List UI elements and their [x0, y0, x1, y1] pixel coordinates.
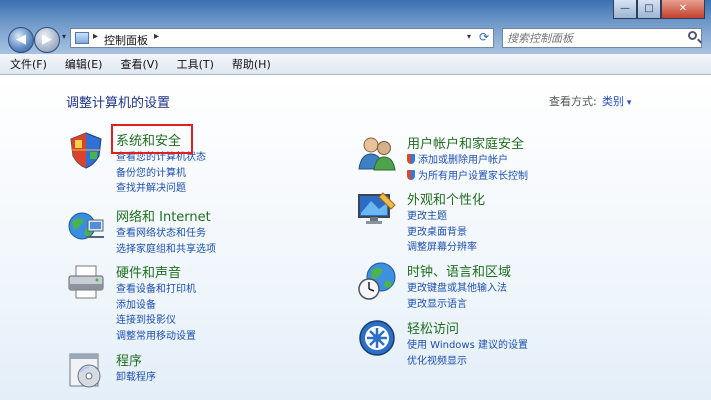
link-text: 为所有用户设置家长控制: [418, 170, 528, 182]
category-links: 查看网络状态和任务 选择家庭组和共享选项: [116, 226, 216, 257]
category-links: 查看您的计算机状态 备份您的计算机 查找并解决问题: [116, 150, 206, 197]
uac-shield-icon: [407, 154, 415, 164]
link-mobility-settings[interactable]: 调整常用移动设置: [116, 329, 196, 345]
category-links: 卸载程序: [116, 370, 156, 386]
clock-globe-icon[interactable]: [357, 261, 397, 301]
link-text: 添加或删除用户帐户: [418, 155, 508, 166]
menu-help[interactable]: 帮助(H): [224, 56, 279, 72]
users-icon[interactable]: [357, 133, 397, 173]
programs-icon[interactable]: [66, 350, 106, 390]
uac-shield-icon: [407, 169, 415, 180]
category-title-clock-region[interactable]: 时钟、语言和区域: [407, 261, 511, 280]
link-optimize-visual[interactable]: 优化视频显示: [407, 354, 528, 370]
link-display-language[interactable]: 更改显示语言: [407, 297, 507, 313]
recent-pages-dropdown[interactable]: ▾: [62, 32, 66, 41]
forward-button[interactable]: ▶: [34, 27, 60, 53]
breadcrumb-separator-icon[interactable]: ▸: [93, 31, 98, 42]
close-button[interactable]: ✕: [661, 0, 705, 19]
window-controls: — □ ✕: [613, 0, 705, 19]
minimize-button[interactable]: —: [613, 0, 637, 19]
shield-icon[interactable]: [66, 130, 106, 170]
category-title-user-accounts[interactable]: 用户帐户和家庭安全: [407, 133, 524, 152]
search-input[interactable]: [507, 31, 677, 45]
link-parental-controls[interactable]: 为所有用户设置家长控制: [407, 169, 528, 185]
category-links: 使用 Windows 建议的设置 优化视频显示: [407, 338, 528, 369]
breadcrumb-control-panel[interactable]: 控制面板: [104, 32, 148, 48]
refresh-icon[interactable]: ⟳: [479, 30, 489, 44]
view-by-label: 查看方式:: [549, 95, 597, 108]
link-backup-computer[interactable]: 备份您的计算机: [116, 166, 206, 182]
search-box[interactable]: [502, 28, 702, 48]
category-title-appearance[interactable]: 外观和个性化: [407, 189, 485, 208]
navigation-bar: ◀ ▶ ▾ ▸ 控制面板 ▸ ▾ ⟳: [0, 24, 711, 54]
address-bar[interactable]: ▸ 控制面板 ▸ ▾ ⟳: [70, 28, 494, 48]
view-by-dropdown[interactable]: 类别: [602, 93, 631, 109]
link-devices-printers[interactable]: 查看设备和打印机: [116, 282, 196, 298]
title-bar: — □ ✕ ◀ ▶ ▾ ▸ 控制面板 ▸ ▾ ⟳: [0, 0, 711, 54]
link-network-status[interactable]: 查看网络状态和任务: [116, 226, 216, 242]
menu-tools[interactable]: 工具(T): [169, 56, 222, 72]
highlight-annotation-box: [111, 124, 193, 154]
category-links: 更改主题 更改桌面背景 调整屏幕分辨率: [407, 209, 477, 256]
page-title: 调整计算机的设置: [66, 96, 171, 111]
control-panel-icon: [75, 32, 89, 44]
menu-file[interactable]: 文件(F): [2, 56, 55, 72]
maximize-button[interactable]: □: [637, 0, 661, 19]
content-pane: 调整计算机的设置 查看方式: 类别 系统和安全 查看您的计算机状态 备份您的计算…: [0, 75, 711, 400]
link-desktop-background[interactable]: 更改桌面背景: [407, 225, 477, 241]
display-icon[interactable]: [357, 189, 397, 229]
category-links: 添加或删除用户帐户 为所有用户设置家长控制: [407, 153, 528, 184]
link-add-remove-accounts[interactable]: 添加或删除用户帐户: [407, 153, 528, 169]
link-add-device[interactable]: 添加设备: [116, 298, 196, 314]
search-icon[interactable]: [688, 31, 697, 40]
back-button[interactable]: ◀: [8, 27, 34, 53]
category-links: 查看设备和打印机 添加设备 连接到投影仪 调整常用移动设置: [116, 282, 196, 344]
link-troubleshoot[interactable]: 查找并解决问题: [116, 181, 206, 197]
category-links: 更改键盘或其他输入法 更改显示语言: [407, 281, 507, 312]
address-dropdown-icon[interactable]: ▾: [467, 32, 471, 41]
category-title-hardware-sound[interactable]: 硬件和声音: [116, 262, 181, 281]
menu-bar: 文件(F) 编辑(E) 查看(V) 工具(T) 帮助(H): [0, 54, 711, 75]
link-uninstall-program[interactable]: 卸载程序: [116, 370, 156, 386]
link-change-theme[interactable]: 更改主题: [407, 209, 477, 225]
breadcrumb-separator-icon[interactable]: ▸: [154, 31, 159, 42]
menu-edit[interactable]: 编辑(E): [57, 56, 111, 72]
control-panel-window: — □ ✕ ◀ ▶ ▾ ▸ 控制面板 ▸ ▾ ⟳ 文件(F) 编辑(E) 查: [0, 0, 711, 400]
menu-view[interactable]: 查看(V): [112, 56, 166, 72]
category-title-network-internet[interactable]: 网络和 Internet: [116, 206, 211, 225]
link-homegroup-sharing[interactable]: 选择家庭组和共享选项: [116, 242, 216, 258]
link-connect-projector[interactable]: 连接到投影仪: [116, 313, 196, 329]
network-globe-icon[interactable]: [66, 206, 106, 246]
printer-icon[interactable]: [66, 262, 106, 302]
link-keyboard-input[interactable]: 更改键盘或其他输入法: [407, 281, 507, 297]
ease-of-access-icon[interactable]: [357, 318, 397, 358]
category-title-programs[interactable]: 程序: [116, 350, 142, 369]
link-recommended-settings[interactable]: 使用 Windows 建议的设置: [407, 338, 528, 354]
link-screen-resolution[interactable]: 调整屏幕分辨率: [407, 240, 477, 256]
category-title-ease-of-access[interactable]: 轻松访问: [407, 318, 459, 337]
